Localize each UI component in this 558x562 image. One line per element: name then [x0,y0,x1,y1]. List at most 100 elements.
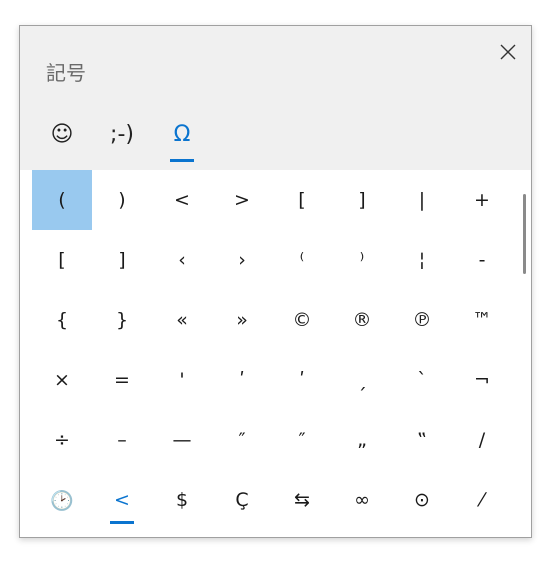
symbol-cell[interactable]: + [452,170,512,230]
symbol-cell[interactable]: ( [32,170,92,230]
symbol-cell[interactable]: ™ [452,290,512,350]
symbol-cell[interactable]: ⁄ [452,470,512,530]
symbol-cell[interactable]: = [92,350,152,410]
close-icon [500,44,516,60]
symbol-glyph: { [55,309,69,331]
symbol-cell[interactable]: — [152,410,212,470]
symbol-glyph: ™ [472,309,492,331]
symbol-cell[interactable]: – [92,410,152,470]
symbol-picker-panel: 記号 ☺ ;-) Ω () < > [] | + [] ‹ › ⁽ ⁾ ¦ - {} « » © ® ℗ ™ × = ' ʹ ʹ ˏ ˋ… [19,25,532,538]
tab-symbols[interactable]: Ω [152,106,212,162]
symbol-glyph: ℗ [412,309,432,331]
symbol-glyph: / [478,429,486,451]
symbol-glyph: + [474,189,490,211]
symbol-glyph: « [176,309,188,331]
symbol-cell[interactable]: 🕑 [32,470,92,530]
symbol-cell[interactable]: © [272,290,332,350]
symbol-cell[interactable]: ⁾ [332,230,392,290]
tab-kaomoji[interactable]: ;-) [92,106,152,162]
symbol-glyph: Ç [235,489,249,511]
symbol-cell[interactable]: ℗ [392,290,452,350]
symbol-cell[interactable]: ⇆ [272,470,332,530]
symbol-cell[interactable]: [ [272,170,332,230]
symbol-glyph: ⊙ [414,489,430,511]
symbol-cell[interactable]: × [32,350,92,410]
symbol-glyph: ∞ [354,489,370,511]
symbol-cell[interactable]: [ [32,230,92,290]
symbol-cell[interactable]: ¬ [452,350,512,410]
symbol-grid: () < > [] | + [] ‹ › ⁽ ⁾ ¦ - {} « » © ® ℗ ™ × = ' ʹ ʹ ˏ ˋ ¬ ÷ – — ″ ″ „ ‟ /… [32,170,512,530]
symbol-glyph: ⇆ [294,489,310,511]
symbol-cell[interactable]: ⊙ [392,470,452,530]
symbol-glyph: } [115,309,129,331]
symbol-cell[interactable]: ) [92,170,152,230]
symbol-glyph: × [54,369,70,391]
symbol-cell[interactable]: ÷ [32,410,92,470]
symbol-cell[interactable]: } [92,290,152,350]
symbol-glyph: < [114,489,130,511]
symbol-glyph: ʹ [239,369,245,391]
symbol-glyph: ] [358,189,366,211]
symbol-glyph: © [292,309,312,331]
tab-kaomoji-label: ;-) [110,121,134,147]
symbol-glyph: › [238,249,246,271]
symbol-glyph: | [418,189,426,211]
symbol-cell[interactable]: ∞ [332,470,392,530]
symbol-cell[interactable]: ″ [212,410,272,470]
symbol-cell[interactable]: Ç [212,470,272,530]
symbol-glyph: < [174,189,190,211]
symbol-glyph: 🕑 [50,489,74,512]
symbol-cell[interactable]: / [452,410,512,470]
symbol-glyph: „ [357,429,367,451]
symbol-glyph: ˏ [357,369,367,391]
symbol-glyph: – [117,429,127,451]
close-button[interactable] [494,38,522,66]
symbol-cell[interactable]: ˏ [332,350,392,410]
symbol-glyph: > [234,189,250,211]
active-tab-underline [170,159,194,162]
symbol-glyph: [ [58,249,66,271]
symbol-cell[interactable]: ʹ [212,350,272,410]
symbol-glyph: ) [118,189,126,211]
symbol-cell[interactable]: ″ [272,410,332,470]
symbol-cell[interactable]: ⁽ [272,230,332,290]
symbol-glyph: [ [298,189,306,211]
symbol-glyph: ÷ [54,429,70,451]
symbol-glyph: ‟ [417,429,427,451]
symbol-cell[interactable]: ʹ [272,350,332,410]
scrollbar[interactable] [523,194,526,274]
symbol-cell[interactable]: < [92,470,152,530]
symbol-cell[interactable]: „ [332,410,392,470]
symbol-glyph: ″ [298,429,306,451]
symbol-cell[interactable]: ¦ [392,230,452,290]
tab-emoji-label: ☺ [50,121,74,147]
symbol-glyph: ¦ [418,249,426,271]
symbol-cell[interactable]: - [452,230,512,290]
tab-symbols-label: Ω [173,121,191,147]
symbol-cell[interactable]: « [152,290,212,350]
symbol-glyph: ⁄ [480,489,484,511]
symbol-cell[interactable]: < [152,170,212,230]
symbol-glyph: » [236,309,248,331]
symbol-cell[interactable]: ' [152,350,212,410]
symbol-glyph: ' [179,369,185,391]
symbol-cell[interactable]: ˋ [392,350,452,410]
symbol-cell[interactable]: ] [92,230,152,290]
symbol-glyph: ⁽ [299,249,305,271]
symbol-cell[interactable]: ® [332,290,392,350]
symbol-cell[interactable]: › [212,230,272,290]
symbol-cell[interactable]: ‹ [152,230,212,290]
picker-header: 記号 ☺ ;-) Ω [20,26,531,170]
symbol-glyph: ¬ [474,369,490,391]
symbol-glyph: ⁾ [359,249,365,271]
symbol-cell[interactable]: ] [332,170,392,230]
symbol-cell[interactable]: | [392,170,452,230]
symbol-cell[interactable]: $ [152,470,212,530]
tab-emoji[interactable]: ☺ [32,106,92,162]
symbol-cell[interactable]: » [212,290,272,350]
symbol-cell[interactable]: ‟ [392,410,452,470]
symbol-cell[interactable]: { [32,290,92,350]
symbol-glyph: ® [352,309,372,331]
panel-title: 記号 [46,61,86,85]
symbol-cell[interactable]: > [212,170,272,230]
